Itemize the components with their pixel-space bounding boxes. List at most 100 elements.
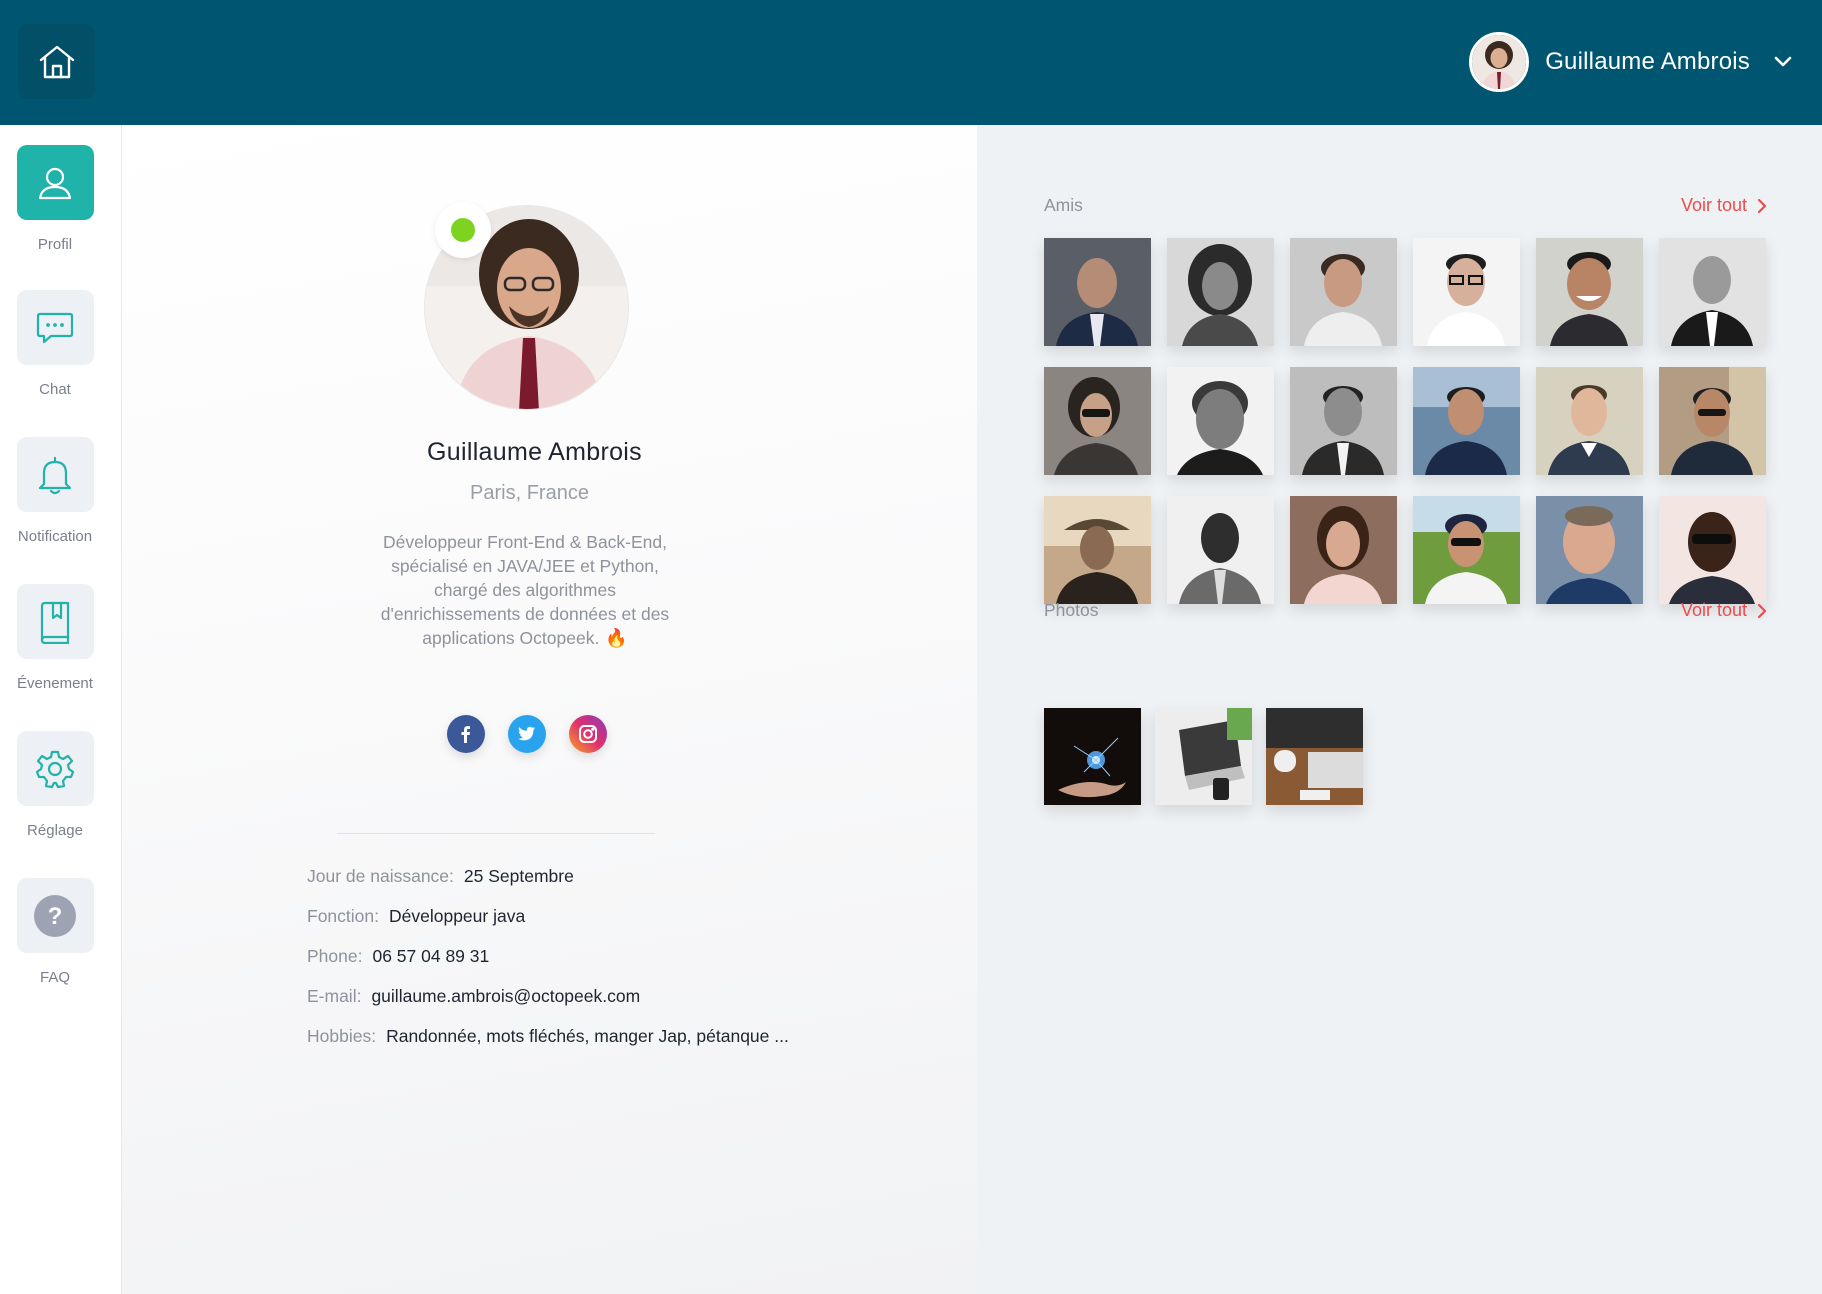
header-user-name: Guillaume Ambrois: [1545, 48, 1750, 75]
detail-label: Phone:: [307, 946, 363, 966]
friend-thumbnail[interactable]: [1167, 496, 1274, 604]
sidebar-item-label: Chat: [39, 381, 71, 398]
gear-icon: [35, 750, 75, 788]
friend-thumbnail[interactable]: [1290, 367, 1397, 475]
friend-thumbnail[interactable]: [1290, 238, 1397, 346]
profile-bio: Développeur Front-End & Back-End, spécia…: [365, 530, 685, 650]
fire-emoji: 🔥: [605, 628, 628, 648]
sidebar-item-evenement[interactable]: Évenement: [0, 584, 110, 692]
friend-thumbnail[interactable]: [1044, 238, 1151, 346]
sidebar-item-label: Profil: [37, 236, 73, 253]
photo-thumbnail[interactable]: [1266, 708, 1363, 805]
see-all-label: Voir tout: [1680, 195, 1747, 215]
friend-thumbnail[interactable]: [1413, 496, 1520, 604]
detail-value: Randonnée, mots fléchés, manger Jap, pét…: [386, 1026, 789, 1046]
friend-thumbnail[interactable]: [1290, 496, 1397, 604]
photo-thumbnail[interactable]: [1044, 708, 1141, 805]
detail-birthday: Jour de naissance: 25 Septembre: [307, 866, 574, 887]
twitter-link[interactable]: [508, 715, 546, 753]
chevron-down-icon[interactable]: [1774, 56, 1792, 68]
detail-label: Hobbies:: [307, 1026, 377, 1046]
sidebar-item-label: Réglage: [27, 822, 83, 839]
friend-thumbnail[interactable]: [1659, 238, 1766, 346]
profile-location: Paris, France: [470, 482, 589, 504]
facebook-link[interactable]: [447, 715, 485, 753]
detail-value[interactable]: guillaume.ambrois@octopeek.com: [371, 986, 640, 1007]
sidebar-item-reglage[interactable]: Réglage: [0, 731, 110, 839]
friend-thumbnail[interactable]: [1536, 238, 1643, 346]
photos-title: Photos: [1044, 600, 1099, 620]
sidebar-item-label: FAQ: [39, 969, 70, 986]
question-icon: ?: [34, 894, 76, 937]
instagram-link[interactable]: [569, 715, 607, 753]
detail-function: Fonction: Développeur java: [307, 906, 525, 927]
friend-thumbnail[interactable]: [1536, 496, 1643, 604]
detail-phone: Phone: 06 57 04 89 31: [307, 946, 489, 967]
detail-label: E-mail:: [307, 986, 362, 1006]
bio-line: d'enrichissements de données et des: [380, 604, 670, 624]
social-links: [447, 715, 607, 753]
bio-line: chargé des algorithmes: [434, 580, 616, 600]
status-dot: [451, 218, 475, 242]
sidebar-item-label: Notification: [17, 528, 93, 545]
sidebar-tile[interactable]: [16, 145, 94, 220]
svg-text:?: ?: [48, 903, 63, 930]
friend-thumbnail[interactable]: [1659, 496, 1766, 604]
detail-value: Développeur java: [388, 906, 526, 926]
friend-thumbnail[interactable]: [1536, 367, 1643, 475]
bookmark-book-icon: [40, 601, 70, 644]
sidebar-item-notification[interactable]: Notification: [0, 437, 110, 545]
sidebar-tile[interactable]: [16, 290, 94, 365]
user-menu[interactable]: Guillaume Ambrois: [1469, 32, 1792, 92]
online-status-indicator: [435, 202, 491, 258]
home-button[interactable]: [18, 24, 95, 99]
facebook-icon: [461, 726, 470, 743]
friends-grid: [1044, 238, 1766, 604]
sidebar-item-label: Évenement: [17, 675, 93, 692]
detail-value: 25 Septembre: [463, 866, 574, 886]
detail-value: 06 57 04 89 31: [372, 946, 490, 966]
photos-see-all-link[interactable]: Voir tout: [1681, 600, 1767, 621]
friends-see-all-link[interactable]: Voir tout: [1681, 195, 1767, 216]
friend-thumbnail[interactable]: [1413, 238, 1520, 346]
chevron-right-icon: [1757, 603, 1767, 618]
bio-line: applications Octopeek.: [422, 628, 600, 648]
sidebar: Profil Chat Notification Évenement Régla…: [0, 125, 122, 1294]
instagram-icon: [579, 725, 597, 743]
chevron-right-icon: [1757, 198, 1767, 213]
friend-thumbnail[interactable]: [1044, 496, 1151, 604]
detail-label: Jour de naissance:: [307, 866, 454, 886]
sidebar-tile[interactable]: [16, 584, 94, 659]
friends-title: Amis: [1044, 195, 1083, 215]
see-all-label: Voir tout: [1680, 600, 1747, 620]
friend-thumbnail[interactable]: [1167, 238, 1274, 346]
bio-line: Développeur Front-End & Back-End,: [382, 532, 668, 552]
friend-thumbnail[interactable]: [1413, 367, 1520, 475]
bio-line-last: applications Octopeek. 🔥: [365, 626, 685, 650]
bio-line: spécialisé en JAVA/JEE et Python,: [391, 556, 659, 576]
profile-name: Guillaume Ambrois: [427, 438, 642, 466]
profile-panel: Guillaume Ambrois Paris, France Développ…: [122, 125, 977, 1294]
top-bar: Guillaume Ambrois: [0, 0, 1822, 125]
photo-thumbnail[interactable]: [1155, 708, 1252, 805]
sidebar-item-chat[interactable]: Chat: [0, 290, 110, 398]
sidebar-tile[interactable]: [16, 731, 94, 806]
friend-thumbnail[interactable]: [1659, 367, 1766, 475]
sidebar-tile[interactable]: ?: [16, 878, 94, 953]
detail-email: E-mail: guillaume.ambrois@octopeek.com: [307, 986, 640, 1007]
sidebar-item-profil[interactable]: Profil: [0, 145, 110, 253]
sidebar-item-faq[interactable]: ? FAQ: [0, 878, 110, 986]
user-icon: [38, 167, 72, 199]
photos-row: [1044, 708, 1363, 805]
chat-icon: [36, 312, 74, 343]
section-divider: [337, 833, 655, 834]
friend-thumbnail[interactable]: [1167, 367, 1274, 475]
avatar: [1469, 32, 1530, 92]
sidebar-tile[interactable]: [16, 437, 94, 512]
right-panel: Amis Voir tout Photos Voir tout: [977, 125, 1822, 1294]
detail-label: Fonction:: [307, 906, 379, 926]
friend-thumbnail[interactable]: [1044, 367, 1151, 475]
detail-hobbies: Hobbies: Randonnée, mots fléchés, manger…: [307, 1026, 789, 1047]
twitter-icon: [518, 726, 536, 741]
home-icon: [39, 45, 74, 78]
